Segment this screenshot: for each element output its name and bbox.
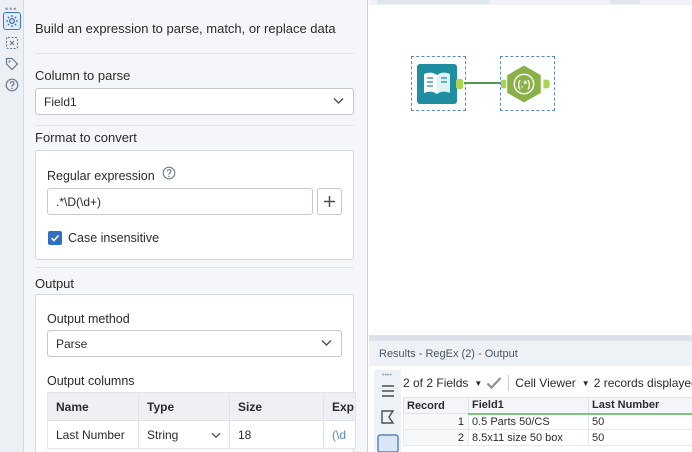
results-side-toolbar: •••• bbox=[374, 370, 401, 452]
chevron-down-icon bbox=[333, 98, 344, 104]
output-column-size[interactable]: 18 bbox=[229, 420, 324, 449]
output-column-type: String bbox=[147, 427, 179, 442]
help-icon[interactable] bbox=[3, 76, 21, 94]
output-method-value: Parse bbox=[56, 336, 88, 351]
last-number-cell[interactable]: 50 bbox=[588, 413, 692, 430]
column-header-expression: Exp bbox=[323, 392, 356, 421]
regex-icon: (.*) bbox=[501, 64, 550, 103]
divider bbox=[35, 125, 354, 126]
record-number: 1 bbox=[403, 413, 469, 430]
case-insensitive-label: Case insensitive bbox=[68, 231, 160, 245]
connection-line[interactable] bbox=[464, 79, 504, 87]
tag-icon[interactable] bbox=[3, 55, 21, 73]
output-method-label: Output method bbox=[47, 312, 130, 326]
table-row[interactable]: 2 8.5x11 size 50 box 50 bbox=[403, 429, 692, 446]
fields-selector[interactable]: 2 of 2 Fields bbox=[403, 376, 468, 390]
caret-down-icon[interactable]: ▼ bbox=[582, 379, 590, 388]
table-row[interactable]: Last Number String 18 (\d bbox=[47, 420, 356, 449]
output-columns-label: Output columns bbox=[47, 374, 135, 388]
grid-header-row: Record Field1 Last Number bbox=[403, 397, 692, 415]
format-to-convert-label: Format to convert bbox=[35, 130, 137, 145]
chevron-down-icon bbox=[211, 432, 221, 439]
last-number-cell[interactable]: 50 bbox=[588, 429, 692, 446]
column-to-parse-dropdown[interactable]: Field1 bbox=[35, 88, 354, 115]
plus-icon bbox=[324, 196, 335, 207]
output-column-expression[interactable]: (\d bbox=[323, 420, 356, 449]
column-to-parse-label: Column to parse bbox=[35, 68, 131, 83]
grid-header-field1[interactable]: Field1 bbox=[468, 397, 589, 415]
cell-viewer-button[interactable]: Cell Viewer bbox=[515, 376, 575, 390]
book-icon bbox=[416, 63, 463, 104]
svg-text:(.*): (.*) bbox=[517, 79, 530, 90]
workflow-canvas[interactable]: (.*) bbox=[369, 5, 692, 335]
case-insensitive-checkbox[interactable] bbox=[48, 231, 62, 245]
regex-input[interactable]: .*\D(\d+) bbox=[47, 188, 313, 215]
list-view-icon[interactable] bbox=[380, 383, 396, 399]
field1-cell[interactable]: 0.5 Parts 50/CS bbox=[468, 413, 589, 430]
tool-description: Build an expression to parse, match, or … bbox=[35, 21, 336, 36]
column-header-size: Size bbox=[229, 392, 324, 421]
configuration-panel: Build an expression to parse, match, or … bbox=[24, 0, 368, 452]
output-columns-table: Name Type Size Exp Last Number String 18… bbox=[47, 392, 356, 449]
help-circle-icon[interactable] bbox=[162, 166, 176, 180]
regex-tool[interactable]: (.*) bbox=[500, 56, 555, 111]
settings-icon[interactable] bbox=[3, 12, 21, 30]
output-column-name[interactable]: Last Number bbox=[47, 420, 139, 449]
grid-header-last-number[interactable]: Last Number bbox=[588, 397, 692, 415]
records-displayed-label: 2 records displayed bbox=[593, 376, 692, 390]
regular-expression-label: Regular expression bbox=[47, 169, 155, 183]
chevron-down-icon bbox=[321, 340, 332, 346]
format-card: Regular expression .*\D(\d+) Case insens… bbox=[35, 150, 354, 260]
divider bbox=[35, 267, 354, 268]
output-method-dropdown[interactable]: Parse bbox=[47, 330, 342, 357]
input-data-tool[interactable] bbox=[411, 56, 466, 111]
toolbar-separator bbox=[508, 375, 510, 391]
annotation-icon[interactable] bbox=[3, 34, 21, 52]
data-view-icon[interactable] bbox=[377, 434, 399, 452]
output-column-type-cell[interactable]: String bbox=[138, 420, 230, 449]
canvas-tab[interactable] bbox=[610, 0, 640, 4]
canvas-tab[interactable] bbox=[377, 0, 489, 4]
field1-cell[interactable]: 8.5x11 size 50 box bbox=[468, 429, 589, 446]
column-to-parse-value: Field1 bbox=[44, 94, 77, 109]
checkmark-icon bbox=[50, 234, 60, 242]
results-toolbar: 2 of 2 Fields ▼ Cell Viewer ▼ 2 records … bbox=[403, 372, 692, 394]
metadata-icon[interactable] bbox=[380, 409, 396, 425]
checkmark-icon[interactable] bbox=[486, 376, 502, 390]
divider bbox=[35, 53, 354, 54]
output-card: Output method Parse Output columns Name … bbox=[35, 294, 356, 452]
results-title: Results - RegEx (2) - Output bbox=[369, 341, 692, 366]
table-row[interactable]: 1 0.5 Parts 50/CS 50 bbox=[403, 413, 692, 430]
results-grid: Record Field1 Last Number 1 0.5 Parts 50… bbox=[403, 397, 692, 446]
caret-down-icon[interactable]: ▼ bbox=[474, 379, 482, 388]
column-header-name: Name bbox=[47, 392, 139, 421]
grid-header-record[interactable]: Record bbox=[403, 397, 469, 414]
left-icon-rail: ••• bbox=[0, 0, 24, 452]
grip-icon: •••• bbox=[382, 372, 392, 379]
column-header-type: Type bbox=[138, 392, 230, 421]
output-label: Output bbox=[35, 276, 75, 291]
record-number: 2 bbox=[403, 429, 469, 446]
table-header-row: Name Type Size Exp bbox=[47, 392, 356, 421]
insert-token-button[interactable] bbox=[317, 188, 342, 215]
